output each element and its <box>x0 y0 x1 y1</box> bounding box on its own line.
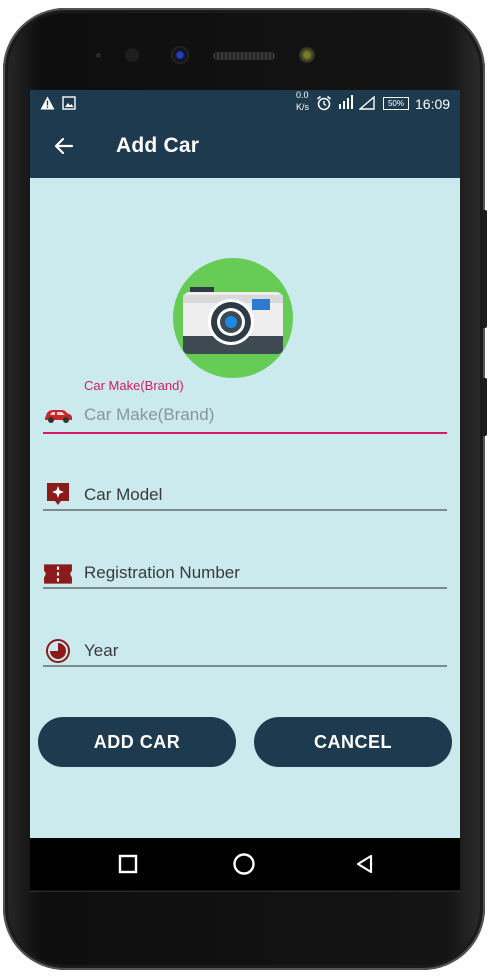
car-model-underline <box>43 509 447 511</box>
front-flash <box>299 47 315 63</box>
battery-icon: 50% <box>383 97 409 110</box>
car-make-input[interactable]: Car Make(Brand) <box>84 405 214 425</box>
light-sensor <box>125 48 139 62</box>
proximity-sensor <box>96 53 101 58</box>
recent-apps-icon[interactable] <box>118 854 138 874</box>
alarm-icon <box>317 95 331 111</box>
car-model-field[interactable]: Car Model <box>43 480 447 516</box>
arrow-left-icon[interactable] <box>52 134 76 158</box>
ticket-icon <box>44 564 72 584</box>
car-make-underline <box>43 432 447 434</box>
year-field[interactable]: Year <box>43 636 447 672</box>
bezel-divider <box>30 891 460 892</box>
registration-underline <box>43 587 447 589</box>
home-icon[interactable] <box>232 852 256 876</box>
warning-icon <box>40 96 55 110</box>
camera-icon <box>183 287 283 354</box>
app-screen: 0.0 K/s 50% 16:09 Add Car Car Make(Brand… <box>30 90 460 838</box>
car-make-floating-label: Car Make(Brand) <box>84 378 184 393</box>
battery-percent: 50% <box>387 99 404 108</box>
volume-button <box>482 378 487 436</box>
back-icon[interactable] <box>354 853 376 875</box>
car-icon <box>45 410 72 423</box>
app-bar: Add Car <box>30 116 460 178</box>
system-nav-bar <box>30 838 460 890</box>
network-speed-unit: K/s <box>296 102 310 112</box>
add-photo-button[interactable] <box>173 258 293 378</box>
image-icon <box>62 96 76 110</box>
car-model-input[interactable]: Car Model <box>84 485 162 505</box>
network-speed-value: 0.0 <box>296 90 309 100</box>
cell-signal-icon <box>359 96 375 110</box>
registration-input[interactable]: Registration Number <box>84 563 240 583</box>
add-car-button[interactable]: ADD CAR <box>38 717 236 767</box>
star-tag-icon <box>47 483 69 505</box>
power-button <box>482 210 487 328</box>
front-camera <box>171 46 189 64</box>
year-underline <box>43 665 447 667</box>
year-input[interactable]: Year <box>84 641 118 661</box>
earpiece-speaker <box>213 52 275 60</box>
registration-field[interactable]: Registration Number <box>43 558 447 594</box>
status-bar: 0.0 K/s 50% 16:09 <box>30 90 460 116</box>
clock-time: 16:09 <box>415 96 451 112</box>
car-make-field[interactable]: Car Make(Brand) <box>43 400 447 436</box>
cancel-button[interactable]: CANCEL <box>254 717 452 767</box>
signal-icon <box>339 95 353 109</box>
page-title: Add Car <box>116 134 200 157</box>
clock-icon <box>46 639 70 663</box>
